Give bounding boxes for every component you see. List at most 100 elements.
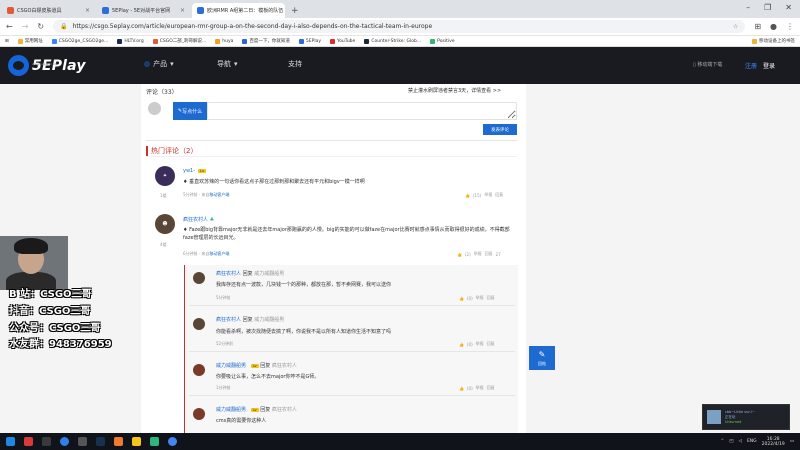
comment-user[interactable]: yw1- Lv xyxy=(183,168,207,174)
reload-icon[interactable]: ↻ xyxy=(37,22,44,31)
bookmark-item[interactable]: YouTube xyxy=(330,38,355,44)
close-window-icon[interactable]: ✕ xyxy=(785,3,792,12)
overlay-fan-group: 水友群：948376959 xyxy=(9,339,112,350)
browser-tab[interactable]: CSGO白嫖皮肤道具 × xyxy=(2,3,95,18)
app-icon[interactable] xyxy=(24,437,33,446)
notification-icon[interactable]: ▭ xyxy=(790,439,794,444)
reply-user[interactable]: 威力威翻船男 xyxy=(216,407,246,413)
thumbs-up-icon[interactable]: 👍 xyxy=(457,252,462,257)
comment-rules-link[interactable]: 禁止灌水刷屏违者禁言3天，详情查看 >> xyxy=(408,87,501,94)
menu-icon[interactable]: ⋮ xyxy=(786,22,794,31)
avatar[interactable]: ☻ xyxy=(155,214,175,234)
overlay-wechat: 公众号：CSGO三哥 xyxy=(9,323,101,334)
report-link[interactable]: 举报 xyxy=(476,385,484,391)
thumbs-up-icon[interactable]: 👍 xyxy=(459,386,464,391)
nav-products[interactable]: ◍ 产品 ▾ xyxy=(144,59,174,69)
app-icon[interactable] xyxy=(114,437,123,446)
avatar[interactable] xyxy=(193,364,205,376)
nav-support[interactable]: 支持 xyxy=(288,59,302,69)
reply-actions: 👍 (0) 举报 回复 xyxy=(459,341,495,347)
mobile-bookmarks[interactable]: 移动设备上的书签 xyxy=(752,38,795,44)
report-link[interactable]: 举报 xyxy=(476,341,484,347)
thumbs-up-icon[interactable]: 👍 xyxy=(459,296,464,301)
volume-icon[interactable]: ◁ xyxy=(738,439,741,444)
comment-text: ♦ Faze跟big背靠major无非就是还去年major那跑赢的的人慢。big… xyxy=(183,227,510,241)
reply-link[interactable]: 回复 xyxy=(485,251,493,257)
bookmark-item[interactable]: Positive xyxy=(430,38,455,44)
floating-reply-button[interactable]: ✎ 回帖 xyxy=(529,346,555,370)
forward-icon[interactable]: → xyxy=(22,22,29,31)
bookmark-favicon-icon xyxy=(51,38,57,44)
network-icon[interactable]: ◰ xyxy=(729,439,733,444)
level-badge: Lv xyxy=(198,168,207,173)
comment-write-tab[interactable]: ✎ 写点什么 xyxy=(173,102,207,120)
reply-user[interactable]: 威力威翻船男 xyxy=(216,363,246,369)
app-icon[interactable] xyxy=(42,437,51,446)
reply-link[interactable]: 回复 xyxy=(487,341,495,347)
submit-comment-button[interactable]: 发表评论 xyxy=(483,124,517,135)
terminal-icon[interactable] xyxy=(78,437,87,446)
language-indicator[interactable]: ENG xyxy=(747,439,757,444)
register-link[interactable]: 注册 xyxy=(745,61,757,70)
extensions-icon[interactable]: ⊞ xyxy=(754,22,761,31)
back-icon[interactable]: ← xyxy=(6,22,13,31)
browser-tab[interactable]: 5EPlay - 5E对战平台官网 × xyxy=(97,3,190,18)
level-badge: Lv xyxy=(250,363,259,368)
reply-link[interactable]: 回复 xyxy=(495,192,503,198)
bookmark-item[interactable]: 常用网址 xyxy=(17,38,43,44)
chrome-icon[interactable] xyxy=(168,437,177,446)
bookmark-favicon-icon xyxy=(117,38,123,44)
bookmark-star-icon[interactable]: ☆ xyxy=(733,23,738,30)
login-link[interactable]: 登录 xyxy=(763,61,775,70)
url-bar[interactable]: 🔒 https://csgo.5eplay.com/article/europe… xyxy=(53,20,746,33)
comments-count: 评论（33） xyxy=(146,89,178,96)
avatar[interactable] xyxy=(193,318,205,330)
comment-user[interactable]: 疯狂农村人 ♣ xyxy=(183,216,214,223)
bookmark-item[interactable]: CSGO二部_刺哥解说... xyxy=(152,38,206,44)
browser-tab[interactable]: 欧洲RMR A组第二日：模板的队伍× xyxy=(192,3,285,18)
app-icon[interactable] xyxy=(150,437,159,446)
avatar[interactable]: ✦ xyxy=(155,166,175,186)
steam-notification[interactable]: cbb~Little sun!~ 正在玩 Unturned xyxy=(702,404,790,430)
bookmark-item[interactable]: 5EPlay xyxy=(298,38,321,44)
apps-icon[interactable]: ⊞ xyxy=(5,39,9,44)
comment-meta: 5分钟前 · 来自移动客户端 xyxy=(183,192,230,197)
clock[interactable]: 16:28 2022/4/19 xyxy=(762,437,785,447)
bookmark-item[interactable]: Counter-Strike: Glob... xyxy=(364,38,421,44)
divider xyxy=(146,156,517,157)
report-link[interactable]: 举报 xyxy=(474,251,482,257)
browser-icon[interactable] xyxy=(60,437,69,446)
avatar[interactable] xyxy=(193,408,205,420)
bookmark-item[interactable]: huya xyxy=(215,38,233,44)
steam-icon[interactable] xyxy=(96,437,105,446)
bookmark-item[interactable]: CSGO2ge_CSGO2ge... xyxy=(51,38,108,44)
new-tab-button[interactable]: + xyxy=(291,6,299,16)
avatar[interactable] xyxy=(193,272,205,284)
bookmark-item[interactable]: HLTV.org xyxy=(117,38,144,44)
profile-icon[interactable]: ● xyxy=(770,22,777,31)
game-thumbnail xyxy=(707,410,721,424)
comment-input[interactable] xyxy=(207,102,517,120)
mobile-download-link[interactable]: ▯ 移动端下载 xyxy=(693,61,722,68)
taskbar: ⌃ ◰ ◁ ENG 16:28 2022/4/19 ▭ xyxy=(0,433,800,450)
reply-header: 威力威翻船男 Lv 回复 疯狂农村人 xyxy=(216,407,297,413)
reply-link[interactable]: 回复 xyxy=(487,295,495,301)
report-link[interactable]: 举报 xyxy=(484,192,492,198)
close-tab-icon[interactable]: × xyxy=(85,7,90,14)
maximize-icon[interactable]: ❐ xyxy=(764,3,771,12)
divider xyxy=(189,305,515,306)
report-link[interactable]: 举报 xyxy=(476,295,484,301)
reply-user[interactable]: 疯狂农村人 xyxy=(216,271,241,277)
windows-start-icon[interactable] xyxy=(6,437,15,446)
reply-link[interactable]: 回复 xyxy=(487,385,495,391)
close-tab-icon[interactable]: × xyxy=(180,7,185,14)
thumbs-up-icon[interactable]: 👍 xyxy=(465,193,470,198)
tray-up-icon[interactable]: ⌃ xyxy=(720,439,724,444)
page-body: 评论（33） 禁止灌水刷屏违者禁言3天，详情查看 >> ✎ 写点什么 发表评论 … xyxy=(0,84,800,433)
thumbs-up-icon[interactable]: 👍 xyxy=(459,342,464,347)
folder-icon[interactable] xyxy=(132,437,141,446)
reply-user[interactable]: 疯狂农村人 xyxy=(216,317,241,323)
minimize-icon[interactable]: – xyxy=(746,3,750,12)
bookmark-item[interactable]: 百度一下，你就知道 xyxy=(242,38,290,44)
nav-navigation[interactable]: 导航 ▾ xyxy=(217,59,238,69)
